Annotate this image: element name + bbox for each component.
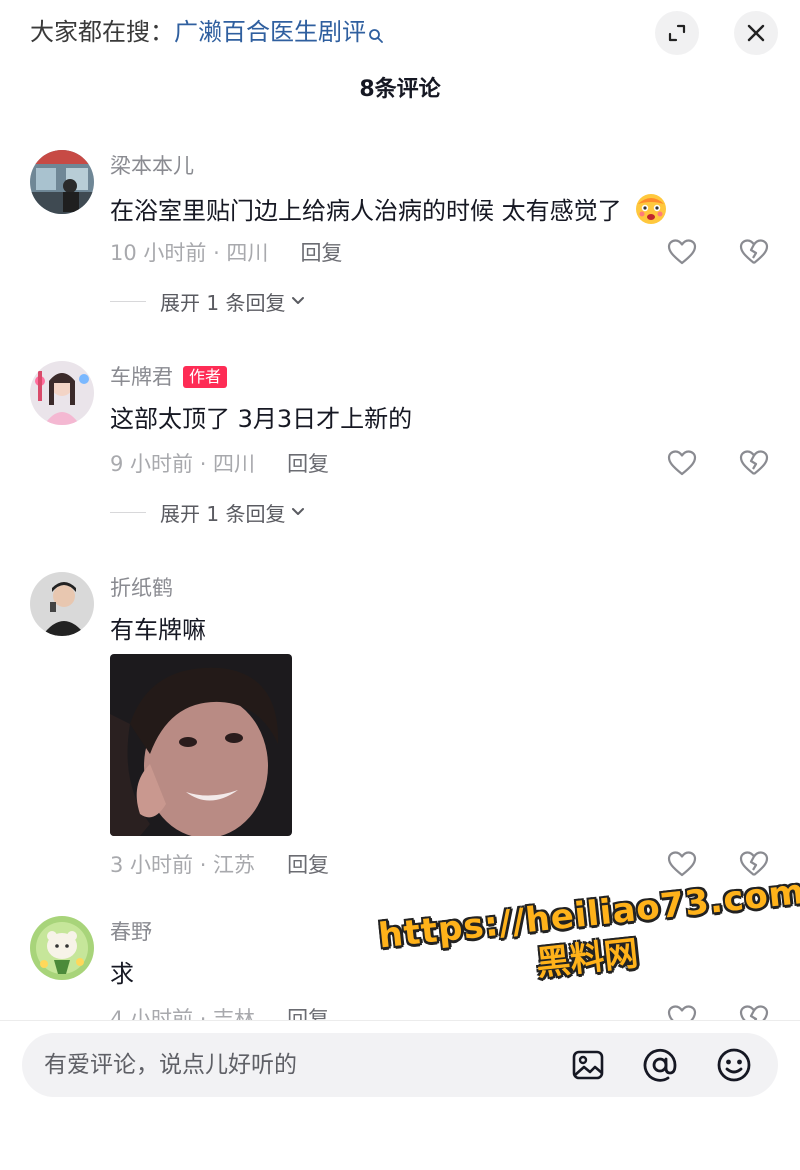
like-heart-icon[interactable] xyxy=(666,236,698,268)
like-heart-icon[interactable] xyxy=(666,848,698,880)
search-prefix: 大家都在搜： xyxy=(30,18,174,46)
dislike-broken-heart-icon[interactable] xyxy=(738,236,770,268)
comment-count: 8条评论 xyxy=(359,77,441,102)
meta-row: 9 小时前 · 四川 回复 xyxy=(110,447,329,479)
top-bar: 大家都在搜：广濑百合医生剧评 xyxy=(0,0,800,64)
expand-icon xyxy=(668,24,686,42)
avatar[interactable] xyxy=(30,361,94,425)
comment-text: 有车牌嘛 xyxy=(110,616,206,644)
watermark: https://heiliao73.com 黑料网 xyxy=(377,872,800,1001)
divider-line xyxy=(110,300,146,302)
author-badge: 作者 xyxy=(183,366,228,388)
reply-button[interactable]: 回复 xyxy=(287,448,329,478)
meta-row: 3 小时前 · 江苏 回复 xyxy=(110,848,329,880)
comment-text: 这部太顶了 3月3日才上新的 xyxy=(110,405,413,433)
emoji-icon xyxy=(717,1048,751,1082)
expand-replies[interactable]: 展开 1 条回复 xyxy=(110,497,307,527)
comment-image[interactable] xyxy=(110,654,292,836)
expand-replies-label: 展开 1 条回复 xyxy=(160,501,286,526)
expand-replies[interactable]: 展开 1 条回复 xyxy=(110,286,307,316)
comment-meta: 3 小时前 · 江苏 xyxy=(110,853,256,877)
divider-line xyxy=(110,511,146,513)
close-button[interactable] xyxy=(734,11,778,55)
mention-button[interactable] xyxy=(642,1047,678,1083)
comment-meta: 10 小时前 · 四川 xyxy=(110,241,269,265)
meta-row: 10 小时前 · 四川 回复 xyxy=(110,236,342,268)
comment-input[interactable]: 有爱评论，说点儿好听的 xyxy=(22,1033,778,1097)
user-row: 折纸鹤 xyxy=(110,572,173,604)
user-row: 春野 xyxy=(110,916,152,948)
hot-face-emoji-icon xyxy=(636,194,667,224)
image-icon xyxy=(572,1050,604,1080)
search-icon xyxy=(368,18,384,54)
image-picker-button[interactable] xyxy=(570,1047,606,1083)
username[interactable]: 车牌君 xyxy=(110,361,173,393)
close-icon xyxy=(747,24,765,42)
comment-text: 在浴室里贴门边上给病人治病的时候 太有感觉了 xyxy=(110,190,669,229)
chevron-down-icon xyxy=(292,508,305,515)
search-suggestion-link[interactable]: 广濑百合医生剧评 xyxy=(174,18,366,46)
username[interactable]: 春野 xyxy=(110,916,152,948)
comment-input-bar: 有爱评论，说点儿好听的 xyxy=(0,1021,800,1170)
reply-button[interactable]: 回复 xyxy=(287,849,329,879)
like-heart-icon[interactable] xyxy=(666,447,698,479)
at-icon xyxy=(643,1048,677,1082)
expand-button[interactable] xyxy=(655,11,699,55)
comment-text-content: 在浴室里贴门边上给病人治病的时候 太有感觉了 xyxy=(110,197,622,225)
reply-button[interactable]: 回复 xyxy=(300,237,342,267)
avatar[interactable] xyxy=(30,572,94,636)
dislike-broken-heart-icon[interactable] xyxy=(738,447,770,479)
user-row: 梁本本儿 xyxy=(110,150,194,182)
chevron-down-icon xyxy=(292,297,305,304)
avatar[interactable] xyxy=(30,150,94,214)
comment-meta: 9 小时前 · 四川 xyxy=(110,452,256,476)
user-row: 车牌君 作者 xyxy=(110,361,228,393)
username[interactable]: 折纸鹤 xyxy=(110,572,173,604)
username[interactable]: 梁本本儿 xyxy=(110,150,194,182)
emoji-button[interactable] xyxy=(716,1047,752,1083)
search-suggestion[interactable]: 大家都在搜：广濑百合医生剧评 xyxy=(30,14,384,54)
comment-input-placeholder: 有爱评论，说点儿好听的 xyxy=(44,1052,297,1078)
expand-replies-label: 展开 1 条回复 xyxy=(160,290,286,315)
avatar[interactable] xyxy=(30,916,94,980)
comment-text: 求 xyxy=(110,960,134,988)
